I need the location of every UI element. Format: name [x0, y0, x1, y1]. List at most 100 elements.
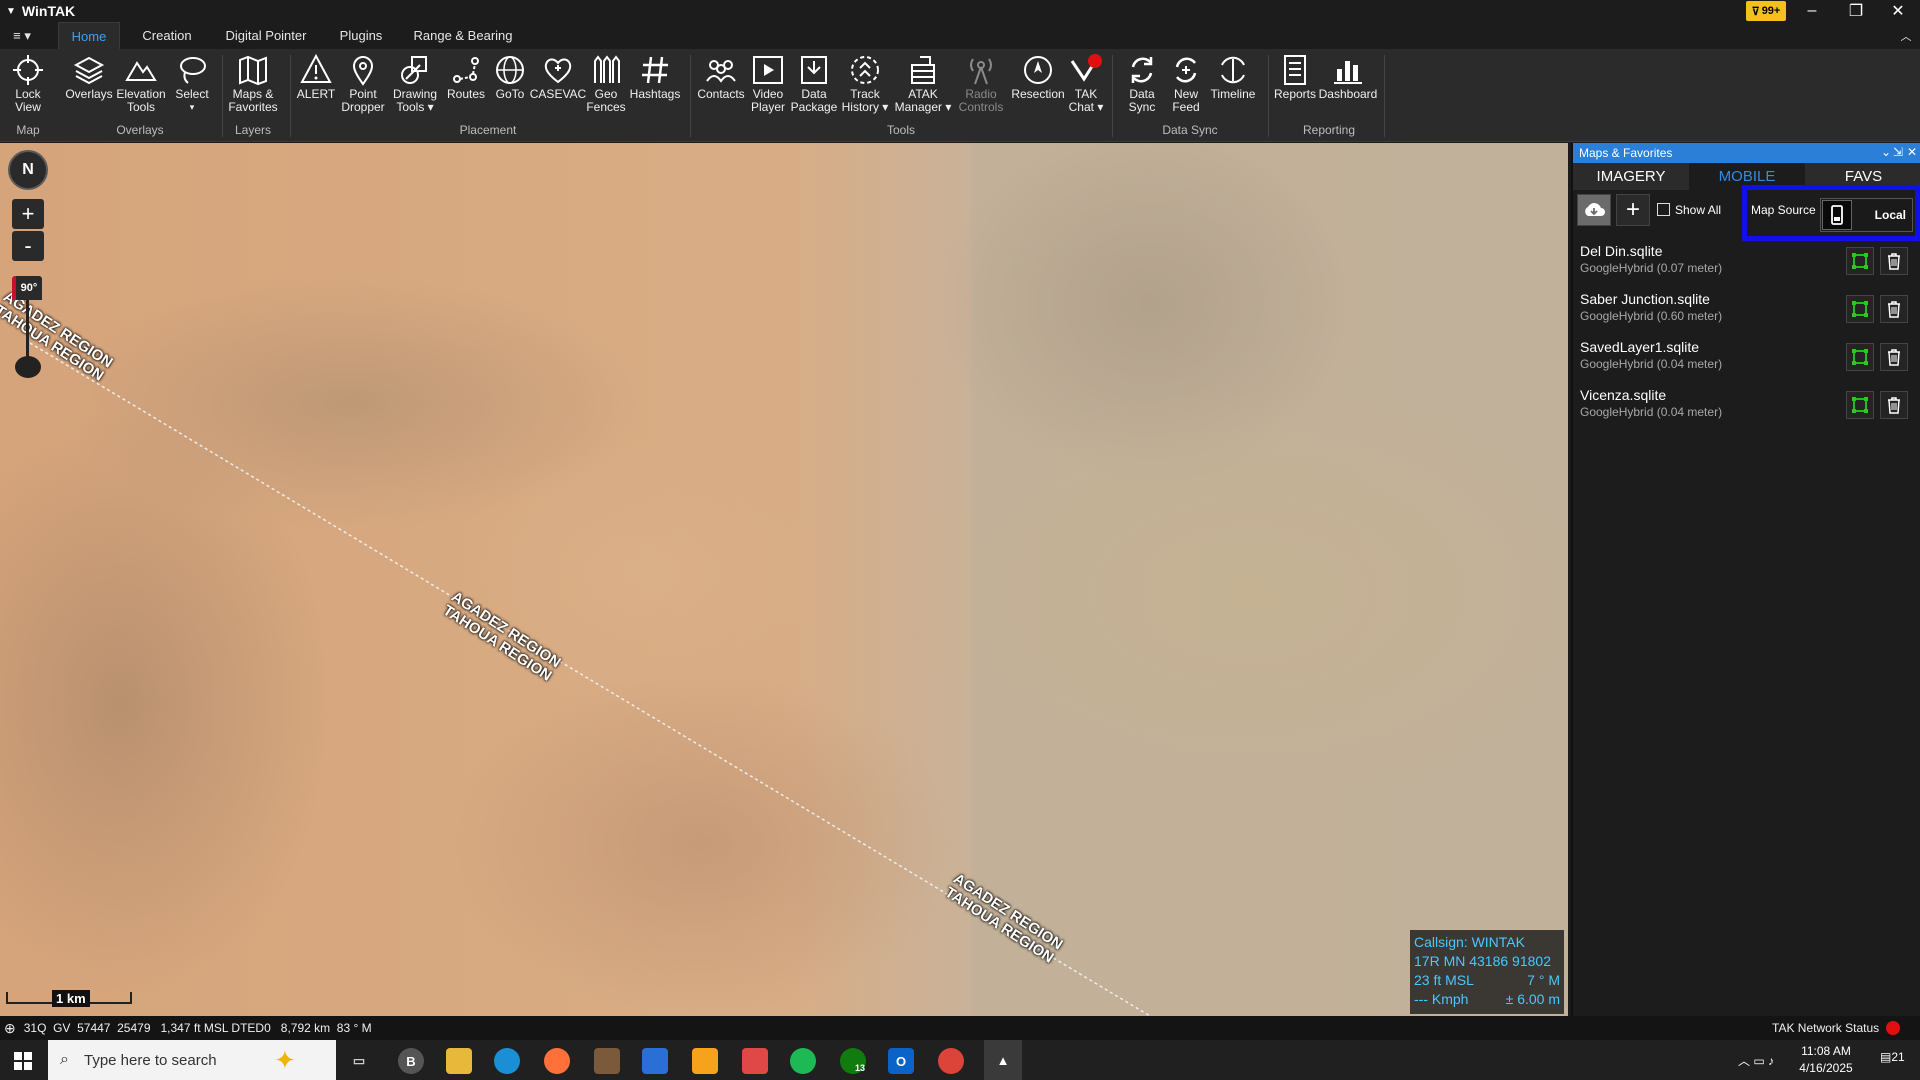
- list-item[interactable]: Vicenza.sqlite GoogleHybrid (0.04 meter): [1580, 387, 1910, 435]
- tab-creation[interactable]: Creation: [132, 22, 202, 49]
- delete-button[interactable]: [1880, 391, 1908, 419]
- tab-plugins[interactable]: Plugins: [330, 22, 392, 49]
- lock-view-button[interactable]: Lock View: [10, 53, 46, 114]
- restore-button[interactable]: ❐: [1834, 0, 1878, 22]
- taskbar-search-input[interactable]: ⌕ Type here to search ✦: [48, 1040, 336, 1080]
- firefox-icon[interactable]: [544, 1048, 570, 1074]
- bar-chart-icon: [1334, 61, 1362, 84]
- tab-home[interactable]: Home: [58, 22, 120, 49]
- app-icon[interactable]: [742, 1048, 768, 1074]
- windows-start-icon[interactable]: [14, 1052, 32, 1070]
- button-label: ▾: [189, 102, 195, 112]
- outlook-icon[interactable]: O: [888, 1048, 914, 1074]
- taskbar-clock[interactable]: 11:08 AM 4/16/2025: [1796, 1043, 1856, 1077]
- dropdown-icon[interactable]: ▼: [6, 6, 16, 17]
- spotify-icon[interactable]: [790, 1048, 816, 1074]
- wintak-taskbar-icon[interactable]: ▲: [984, 1040, 1022, 1080]
- delete-button[interactable]: [1880, 247, 1908, 275]
- zoom-out-button[interactable]: -: [12, 231, 44, 261]
- chat-icon: [1070, 54, 1102, 82]
- select-button[interactable]: Select ▾: [172, 53, 212, 114]
- geo-fences-button[interactable]: Geo Fences: [586, 53, 626, 114]
- new-feed-button[interactable]: New Feed: [1168, 53, 1204, 114]
- show-all-label: Show All: [1675, 203, 1722, 217]
- show-all-checkbox[interactable]: [1657, 203, 1670, 216]
- data-package-button[interactable]: Data Package: [791, 53, 837, 114]
- close-button[interactable]: ✕: [1876, 0, 1920, 22]
- hashtags-button[interactable]: Hashtags: [630, 53, 680, 101]
- timeline-button[interactable]: Timeline: [1208, 53, 1258, 101]
- zoom-to-extent-button[interactable]: [1846, 343, 1874, 371]
- notification-badge[interactable]: ⊽ 99+: [1746, 1, 1786, 21]
- dashboard-button[interactable]: Dashboard: [1318, 53, 1378, 101]
- app-icon[interactable]: B: [398, 1048, 424, 1074]
- zoom-in-button[interactable]: +: [12, 199, 44, 229]
- zoom-to-extent-button[interactable]: [1846, 295, 1874, 323]
- cloud-download-button[interactable]: [1577, 194, 1611, 226]
- zoom-to-extent-button[interactable]: [1846, 247, 1874, 275]
- casevac-button[interactable]: CASEVAC: [530, 53, 586, 101]
- routes-button[interactable]: Routes: [446, 53, 486, 101]
- reports-button[interactable]: Reports: [1272, 53, 1318, 101]
- delete-button[interactable]: [1880, 295, 1908, 323]
- tab-digital-pointer[interactable]: Digital Pointer: [220, 22, 312, 49]
- zoom-to-extent-button[interactable]: [1846, 391, 1874, 419]
- app-icon[interactable]: [594, 1048, 620, 1074]
- alert-button[interactable]: ALERT: [296, 53, 336, 101]
- list-item[interactable]: SavedLayer1.sqlite GoogleHybrid (0.04 me…: [1580, 339, 1910, 387]
- trash-icon: [1888, 349, 1900, 366]
- tab-range-bearing[interactable]: Range & Bearing: [408, 22, 518, 49]
- tray-icons[interactable]: ︿ ▭ ♪: [1738, 1052, 1774, 1069]
- accuracy: ± 6.00 m: [1505, 991, 1560, 1007]
- atak-manager-button[interactable]: ATAK Manager ▾: [894, 53, 952, 114]
- resection-button[interactable]: Resection: [1010, 53, 1066, 101]
- task-view-icon[interactable]: ▭: [346, 1048, 372, 1074]
- radio-controls-button[interactable]: Radio Controls: [956, 53, 1006, 114]
- rss-icon[interactable]: [692, 1048, 718, 1074]
- callsign: Callsign: WINTAK: [1414, 934, 1525, 950]
- xbox-icon[interactable]: 13: [840, 1048, 866, 1074]
- tilt-slider-handle[interactable]: [15, 356, 41, 378]
- drawing-tools-button[interactable]: Drawing Tools ▾: [392, 53, 438, 114]
- group-label-map: Map: [16, 123, 40, 137]
- track-history-button[interactable]: Track History ▾: [840, 53, 890, 114]
- panel-close-icon[interactable]: ✕: [1907, 145, 1917, 159]
- point-dropper-button[interactable]: Point Dropper: [340, 53, 386, 114]
- list-item[interactable]: Del Din.sqlite GoogleHybrid (0.07 meter): [1580, 243, 1910, 291]
- list-item[interactable]: Saber Junction.sqlite GoogleHybrid (0.60…: [1580, 291, 1910, 339]
- video-player-button[interactable]: Video Player: [750, 53, 786, 114]
- chrome-icon[interactable]: [938, 1048, 964, 1074]
- edge-icon[interactable]: [494, 1048, 520, 1074]
- hamburger-menu-button[interactable]: ≡ ▾: [6, 22, 38, 49]
- elevation-tools-button[interactable]: Elevation Tools: [116, 53, 166, 114]
- maps-favorites-button[interactable]: Maps & Favorites: [228, 53, 278, 114]
- contacts-button[interactable]: Contacts: [696, 53, 746, 101]
- network-status-label[interactable]: TAK Network Status: [1772, 1021, 1879, 1035]
- compass-button[interactable]: N: [8, 150, 48, 190]
- title-bar: ▼ WinTAK ⊽ 99+ – ❐ ✕: [0, 0, 1920, 22]
- tak-chat-button[interactable]: TAK Chat ▾: [1068, 53, 1104, 114]
- collapse-ribbon-icon[interactable]: ︿: [1896, 22, 1916, 49]
- button-label: Routes: [446, 87, 486, 101]
- store-icon[interactable]: [642, 1048, 668, 1074]
- add-map-button[interactable]: +: [1616, 194, 1650, 226]
- group-label-reporting: Reporting: [1302, 123, 1356, 137]
- map-view[interactable]: AGADEZ REGION TAHOUA REGION AGADEZ REGION…: [0, 143, 1568, 1016]
- minimize-button[interactable]: –: [1790, 0, 1834, 22]
- notification-center-button[interactable]: ▤21: [1880, 1050, 1905, 1064]
- self-info-panel[interactable]: Callsign: WINTAK 17R MN 43186 91802 23 f…: [1410, 930, 1564, 1014]
- overlays-button[interactable]: Overlays: [65, 53, 113, 101]
- network-status-icon[interactable]: [1886, 1021, 1900, 1035]
- goto-button[interactable]: GoTo: [492, 53, 528, 101]
- delete-button[interactable]: [1880, 343, 1908, 371]
- crosshair-icon: [13, 55, 43, 85]
- pin-icon[interactable]: ⇲: [1893, 145, 1903, 159]
- bounds-icon: [1852, 397, 1868, 413]
- data-sync-button[interactable]: Data Sync: [1124, 53, 1160, 114]
- tilt-slider-track[interactable]: [26, 300, 29, 360]
- tilt-indicator[interactable]: 90°: [12, 276, 42, 300]
- file-explorer-icon[interactable]: [446, 1048, 472, 1074]
- app-title: WinTAK: [21, 3, 76, 19]
- tab-imagery[interactable]: IMAGERY: [1573, 163, 1689, 190]
- panel-dropdown-icon[interactable]: ⌄: [1881, 145, 1891, 159]
